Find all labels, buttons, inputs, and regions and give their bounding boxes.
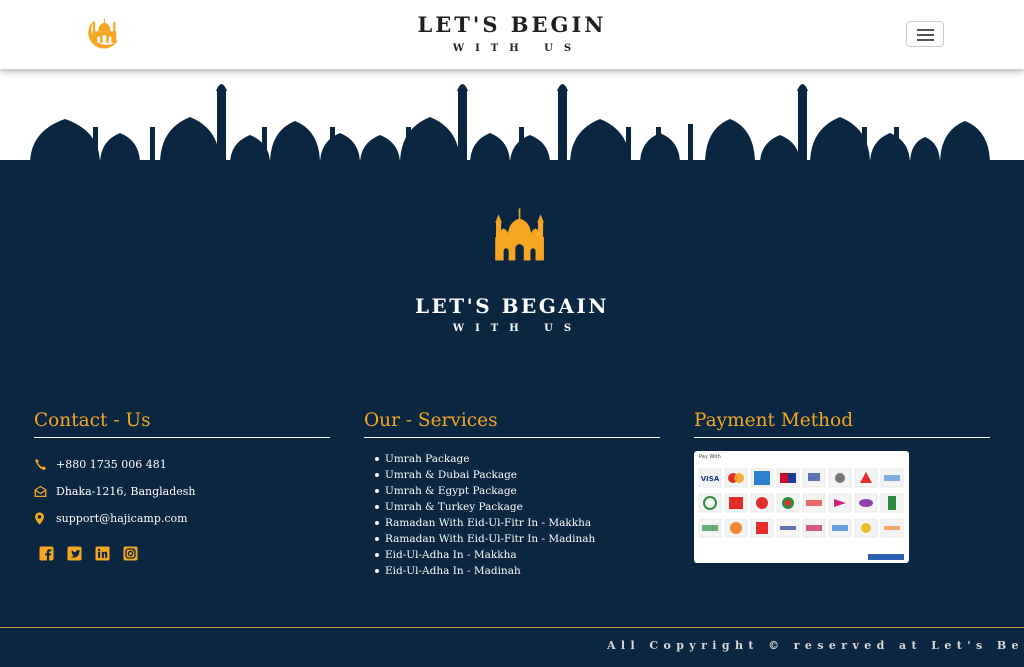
brand-subtitle: WITH US (452, 43, 583, 54)
hamburger-line (917, 39, 934, 41)
copyright-text: All Copyright © reserved at Let's Begain (607, 639, 1024, 652)
phone-icon (34, 458, 56, 471)
mosque-skyline-illustration (0, 84, 1024, 168)
services-column: Our - Services Umrah Package Umrah & Dub… (364, 410, 660, 579)
address-row: Dhaka-1216, Bangladesh (34, 478, 330, 505)
email-text: support@hajicamp.com (56, 512, 188, 525)
service-item[interactable]: Eid-Ul-Adha In - Madinah (373, 563, 660, 579)
service-item[interactable]: Ramadan With Eid-Ul-Fitr In - Madinah (373, 531, 660, 547)
contact-heading: Contact - Us (34, 410, 330, 438)
service-item[interactable]: Umrah Package (373, 451, 660, 467)
facebook-icon[interactable] (39, 546, 54, 561)
envelope-icon (34, 485, 56, 498)
twitter-icon[interactable] (67, 546, 82, 561)
hamburger-menu-button[interactable] (906, 21, 944, 47)
hamburger-line (917, 34, 934, 36)
address-text: Dhaka-1216, Bangladesh (56, 485, 196, 498)
payment-logos-grid: VISA (698, 468, 904, 560)
service-item[interactable]: Ramadan With Eid-Ul-Fitr In - Makkha (373, 515, 660, 531)
linkedin-icon[interactable] (95, 546, 110, 561)
hamburger-line (917, 29, 934, 31)
top-navbar: LET'S BEGIN WITH US (0, 0, 1024, 69)
brand-title-block[interactable]: LET'S BEGIN WITH US (0, 12, 1024, 54)
services-list: Umrah Package Umrah & Dubai Package Umra… (364, 451, 660, 579)
payment-column: Payment Method Pay With VISA (694, 410, 990, 563)
email-row[interactable]: support@hajicamp.com (34, 505, 330, 532)
service-item[interactable]: Eid-Ul-Adha In - Makkha (373, 547, 660, 563)
svg-text:VISA: VISA (701, 475, 720, 483)
phone-row[interactable]: +880 1735 006 481 (34, 451, 330, 478)
payment-heading: Payment Method (694, 410, 990, 438)
payment-methods-image: Pay With VISA (694, 451, 909, 563)
site-footer: LET'S BEGAIN WITH US Contact - Us +880 1… (0, 167, 1024, 667)
footer-divider (0, 627, 1024, 628)
service-item[interactable]: Umrah & Turkey Package (373, 499, 660, 515)
brand-title: LET'S BEGIN (417, 12, 607, 37)
location-pin-icon (34, 512, 56, 525)
social-links (34, 546, 330, 561)
instagram-icon[interactable] (123, 546, 138, 561)
service-item[interactable]: Umrah & Dubai Package (373, 467, 660, 483)
mosque-logo-icon[interactable] (470, 200, 554, 284)
footer-brand-subtitle: WITH US (452, 323, 583, 334)
services-heading: Our - Services (364, 410, 660, 438)
footer-brand-block: LET'S BEGAIN WITH US (0, 294, 1024, 334)
footer-brand-title: LET'S BEGAIN (414, 294, 610, 318)
contact-column: Contact - Us +880 1735 006 481 Dhaka-121… (34, 410, 330, 561)
phone-text: +880 1735 006 481 (56, 458, 167, 471)
service-item[interactable]: Umrah & Egypt Package (373, 483, 660, 499)
